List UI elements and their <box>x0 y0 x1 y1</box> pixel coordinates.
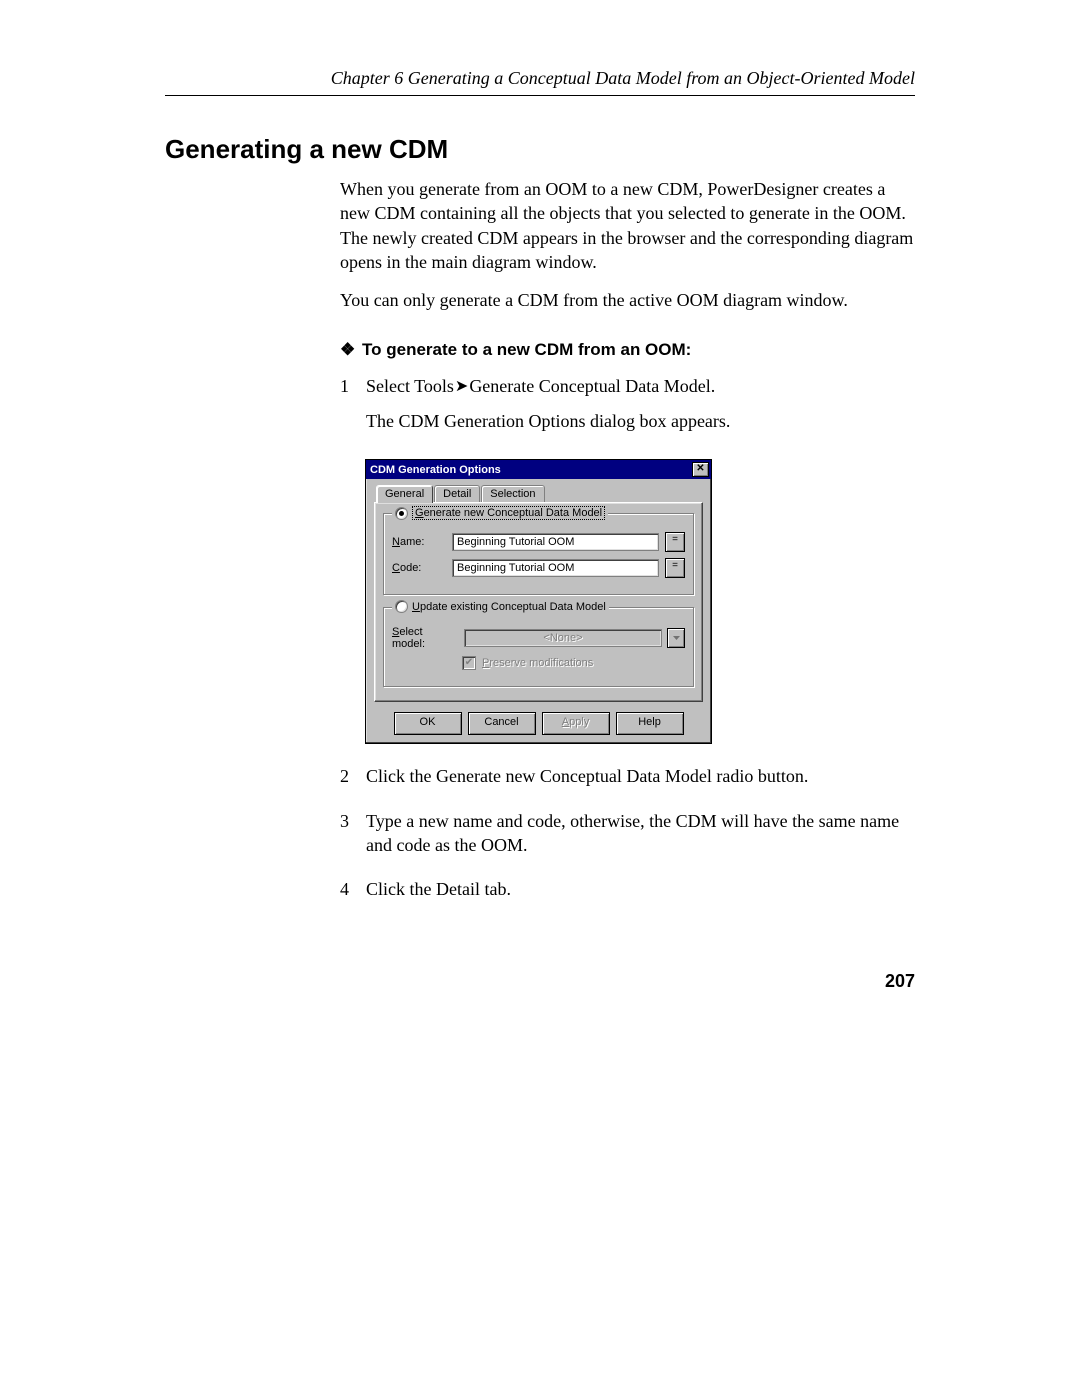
tab-detail[interactable]: Detail <box>434 485 480 503</box>
select-model-dropdown[interactable]: <None> <box>464 629 662 647</box>
procedure-title: ❖ To generate to a new CDM from an OOM: <box>340 340 915 360</box>
name-sync-button[interactable]: = <box>665 532 685 552</box>
tab-strip: General Detail Selection <box>374 485 703 503</box>
step-text: Select Tools➤Generate Conceptual Data Mo… <box>366 374 915 399</box>
step-number: 1 <box>340 374 366 443</box>
close-icon[interactable]: ✕ <box>692 462 709 477</box>
name-input[interactable]: Beginning Tutorial OOM <box>452 533 659 551</box>
intro-paragraph-2: You can only generate a CDM from the act… <box>340 288 915 312</box>
section-title: Generating a new CDM <box>165 134 915 165</box>
intro-paragraph-1: When you generate from an OOM to a new C… <box>340 177 915 274</box>
radio-update-existing[interactable]: Update existing Conceptual Data Model <box>392 600 609 613</box>
help-button[interactable]: Help <box>616 712 684 735</box>
page-number: 207 <box>885 971 915 992</box>
group-update-existing: Update existing Conceptual Data Model Se… <box>383 607 694 687</box>
dialog-title: CDM Generation Options <box>370 464 501 476</box>
dialog-titlebar: CDM Generation Options ✕ <box>366 460 711 479</box>
cancel-button[interactable]: Cancel <box>468 712 536 735</box>
tab-general[interactable]: General <box>376 485 433 503</box>
group-generate-new: Generate new Conceptual Data Model Name:… <box>383 513 694 595</box>
procedure-title-text: To generate to a new CDM from an OOM: <box>362 340 691 359</box>
tab-panel-general: Generate new Conceptual Data Model Name:… <box>374 502 703 702</box>
code-sync-button[interactable]: = <box>665 558 685 578</box>
menu-arrow-icon: ➤ <box>455 376 468 398</box>
step-text: Click the Generate new Conceptual Data M… <box>366 764 915 788</box>
step-number: 2 <box>340 764 366 798</box>
select-model-label: Select model: <box>392 626 458 650</box>
chapter-header: Chapter 6 Generating a Conceptual Data M… <box>165 68 915 96</box>
step-number: 4 <box>340 877 366 911</box>
step-row: 4 Click the Detail tab. <box>340 877 915 911</box>
apply-button[interactable]: Apply <box>542 712 610 735</box>
preserve-checkbox[interactable]: ✔ <box>462 656 476 670</box>
radio-icon <box>395 600 408 613</box>
step-subtext: The CDM Generation Options dialog box ap… <box>366 409 915 433</box>
step-number: 3 <box>340 809 366 868</box>
step-row: 1 Select Tools➤Generate Conceptual Data … <box>340 374 915 443</box>
code-input[interactable]: Beginning Tutorial OOM <box>452 559 659 577</box>
radio-icon <box>395 507 408 520</box>
name-label: Name: <box>392 536 446 548</box>
radio-generate-new[interactable]: Generate new Conceptual Data Model <box>392 506 608 520</box>
preserve-label: Preserve modifications <box>482 657 593 669</box>
dialog-window: CDM Generation Options ✕ General Detail … <box>365 459 712 744</box>
ok-button[interactable]: OK <box>394 712 462 735</box>
step-row: 3 Type a new name and code, otherwise, t… <box>340 809 915 868</box>
step-text: Click the Detail tab. <box>366 877 915 901</box>
step-text: Type a new name and code, otherwise, the… <box>366 809 915 858</box>
code-label: Code: <box>392 562 446 574</box>
tab-selection[interactable]: Selection <box>481 485 544 503</box>
diamond-bullet-icon: ❖ <box>340 340 354 360</box>
step-row: 2 Click the Generate new Conceptual Data… <box>340 764 915 798</box>
chevron-down-icon[interactable] <box>667 628 685 648</box>
